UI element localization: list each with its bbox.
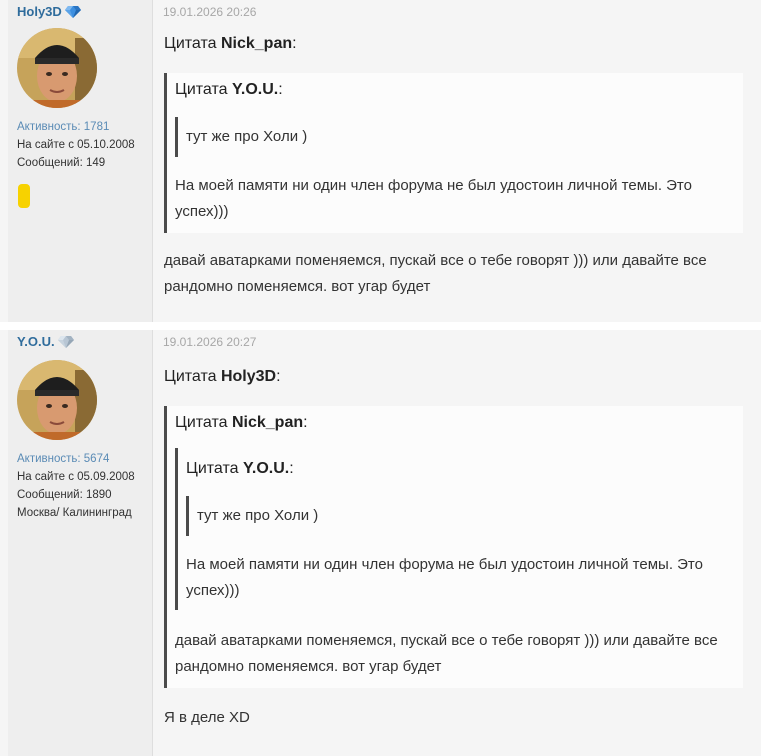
activity-link[interactable]: Активность: 1781: [17, 118, 145, 136]
inner-quote-block: тут же про Холи ): [186, 496, 336, 536]
avatar[interactable]: [17, 360, 97, 440]
quote-prefix: Цитата: [175, 81, 228, 98]
nested-quote-header: Цитата Nick_pan:: [175, 414, 308, 431]
quote-header: Цитата Nick_pan:: [164, 35, 297, 52]
author-stats: Активность: 1781 На сайте с 05.10.2008 С…: [17, 118, 145, 172]
post: Holy3D Активность: 1781 На сайте с 05.10…: [0, 0, 761, 322]
quote-author[interactable]: Y.O.U.: [232, 81, 278, 98]
post-text: Я в деле XD: [164, 709, 250, 726]
username[interactable]: Holy3D: [17, 4, 62, 19]
user-location: Москва/ Калининград: [17, 507, 132, 519]
author-panel: Y.O.U. Активность: 5674 На сайте с 05.09…: [8, 330, 152, 756]
quote-author[interactable]: Nick_pan: [221, 35, 292, 52]
joined-date: На сайте с 05.09.2008: [17, 471, 135, 483]
message-count: Сообщений: 149: [17, 157, 106, 169]
message-count: Сообщений: 1890: [17, 489, 112, 501]
nested-quote-block: Цитата Y.O.U.: тут же про Холи ) На моей…: [175, 448, 735, 610]
quote-prefix: Цитата: [164, 368, 217, 385]
activity-link[interactable]: Активность: 5674: [17, 450, 145, 468]
post-date[interactable]: 19.01.2026 20:26: [163, 5, 256, 19]
user-badge: [18, 184, 30, 208]
quote-prefix: Цитата: [175, 414, 228, 431]
author-stats: Активность: 5674 На сайте с 05.09.2008 С…: [17, 450, 145, 522]
quote-text: На моей памяти ни один член форума не бы…: [186, 556, 703, 599]
quote-author[interactable]: Nick_pan: [232, 414, 303, 431]
quote-text: давай аватарками поменяемся, пускай все …: [175, 632, 718, 675]
quote-header: Цитата Holy3D:: [164, 368, 281, 385]
diamond-icon: [64, 5, 81, 18]
quote-author[interactable]: Y.O.U.: [243, 460, 289, 477]
quote-prefix: Цитата: [186, 460, 239, 477]
quote-prefix: Цитата: [164, 35, 217, 52]
inner-quote-text: тут же про Холи ): [186, 128, 308, 145]
username-link[interactable]: Holy3D: [17, 4, 81, 19]
nested-quote-header: Цитата Y.O.U.:: [175, 81, 283, 98]
avatar[interactable]: [17, 28, 97, 108]
inner-quote-block: тут же про Холи ): [175, 117, 375, 157]
username[interactable]: Y.O.U.: [17, 334, 55, 349]
post-content: 19.01.2026 20:26 Цитата Nick_pan: Цитата…: [152, 0, 761, 322]
username-link[interactable]: Y.O.U.: [17, 334, 74, 349]
post-date[interactable]: 19.01.2026 20:27: [163, 335, 256, 349]
quote-block: Цитата Y.O.U.: тут же про Холи ) На моей…: [164, 73, 743, 233]
post-text: давай аватарками поменяемся, пускай все …: [164, 252, 707, 295]
quote-author[interactable]: Holy3D: [221, 368, 276, 385]
post-content: 19.01.2026 20:27 Цитата Holy3D: Цитата N…: [152, 330, 761, 756]
quote-text: На моей памяти ни один член форума не бы…: [175, 177, 692, 220]
author-panel: Holy3D Активность: 1781 На сайте с 05.10…: [8, 0, 152, 322]
inner-quote-text: тут же про Холи ): [197, 507, 319, 524]
quote-block: Цитата Nick_pan: Цитата Y.O.U.: тут же п…: [164, 406, 743, 688]
post: Y.O.U. Активность: 5674 На сайте с 05.09…: [0, 330, 761, 756]
post-separator: [0, 322, 761, 330]
joined-date: На сайте с 05.10.2008: [17, 139, 135, 151]
deep-quote-header: Цитата Y.O.U.:: [186, 460, 294, 477]
diamond-icon: [57, 335, 74, 348]
